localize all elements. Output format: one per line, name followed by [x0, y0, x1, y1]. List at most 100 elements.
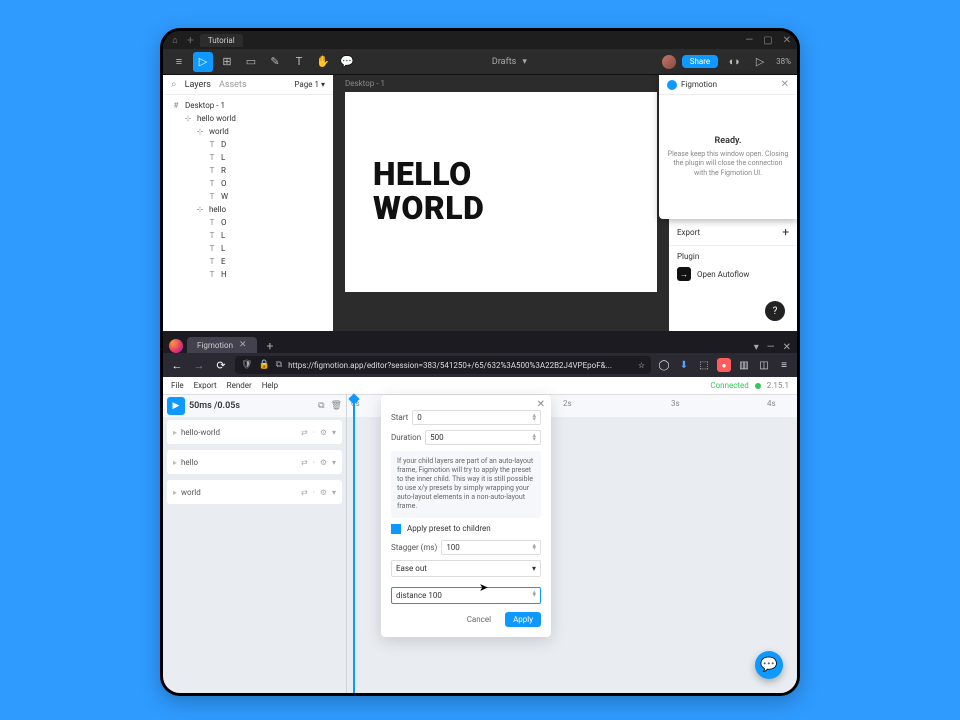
account-icon[interactable]: ◯	[657, 358, 671, 372]
layer-text[interactable]: TO	[163, 216, 333, 229]
playhead[interactable]	[353, 395, 355, 693]
layer-text[interactable]: TD	[163, 138, 333, 151]
back-icon[interactable]: ←	[169, 359, 185, 372]
checkbox-icon[interactable]	[391, 524, 401, 534]
new-tab-icon[interactable]: +	[187, 33, 194, 47]
play-button[interactable]: ▶	[167, 397, 185, 415]
trash-icon[interactable]: 🗑	[331, 401, 342, 411]
close-icon[interactable]: ✕	[537, 399, 545, 410]
layer-text[interactable]: TL	[163, 229, 333, 242]
zoom-level[interactable]: 38%	[776, 57, 791, 66]
forward-icon[interactable]: →	[191, 359, 207, 372]
layer-text[interactable]: TW	[163, 190, 333, 203]
layer-group[interactable]: ⊹hello	[163, 203, 333, 216]
dev-mode-icon[interactable]: ◖◗	[724, 52, 744, 72]
copy-icon[interactable]: ⧉	[318, 401, 324, 411]
file-drafts[interactable]: Drafts▾	[492, 57, 527, 67]
address-bar[interactable]: 🛡 🔒 ⧉ https://figmotion.app/editor?sessi…	[235, 356, 651, 374]
assets-tab[interactable]: Assets	[219, 80, 247, 90]
swap-icon[interactable]: ⇄	[301, 428, 308, 437]
distance-input[interactable]: distance 100▴▾	[391, 587, 541, 604]
preset-modal: ✕ Start0▴▾ Duration500▴▾ If your child l…	[381, 395, 551, 637]
ease-select[interactable]: Ease out▾	[391, 560, 541, 577]
new-tab-icon[interactable]: +	[261, 339, 280, 353]
download-icon[interactable]: ⬇	[677, 358, 691, 372]
sidebar-icon[interactable]: ◫	[757, 358, 771, 372]
url-text: https://figmotion.app/editor?session=383…	[288, 361, 612, 370]
frame-tool-icon[interactable]: ⊞	[217, 52, 237, 72]
layer-group[interactable]: ⊹world	[163, 125, 333, 138]
apply-children-checkbox[interactable]: Apply preset to children	[391, 524, 541, 534]
star-icon[interactable]: ☆	[638, 361, 645, 370]
layers-tab[interactable]: Layers	[185, 80, 211, 90]
menu-render[interactable]: Render	[227, 381, 252, 390]
close-icon[interactable]: ✕	[783, 35, 791, 46]
layer-frame[interactable]: #Desktop - 1	[163, 99, 333, 112]
cancel-button[interactable]: Cancel	[461, 612, 497, 627]
layer-text[interactable]: TR	[163, 164, 333, 177]
close-icon[interactable]: ✕	[783, 342, 791, 353]
layer-text[interactable]: TL	[163, 242, 333, 255]
pen-tool-icon[interactable]: ✎	[265, 52, 285, 72]
page-selector[interactable]: Page 1 ▾	[294, 80, 325, 89]
stagger-input[interactable]: 100▴▾	[441, 540, 541, 555]
permission-icon[interactable]: ⧉	[276, 360, 282, 370]
search-icon[interactable]: ⌕	[171, 79, 177, 90]
plus-icon[interactable]: +	[782, 225, 789, 239]
gear-icon[interactable]: ⚙	[320, 428, 327, 437]
start-input[interactable]: 0▴▾	[412, 410, 541, 425]
library-icon[interactable]: ▥	[737, 358, 751, 372]
reload-icon[interactable]: ⟳	[213, 359, 229, 372]
layer-text[interactable]: TO	[163, 177, 333, 190]
extension-icon[interactable]: ⬚	[697, 358, 711, 372]
shield-icon[interactable]: 🛡	[241, 360, 252, 370]
extension-badge-icon[interactable]: ●	[717, 358, 731, 372]
gear-icon[interactable]: ⚙	[320, 488, 327, 497]
artwork-frame[interactable]: HELLO WORLD	[345, 92, 657, 292]
figma-tab[interactable]: Tutorial	[200, 34, 243, 47]
move-tool-icon[interactable]: ▷	[193, 52, 213, 72]
swap-icon[interactable]: ⇄	[301, 458, 308, 467]
shape-tool-icon[interactable]: ▭	[241, 52, 261, 72]
timeline-time: 50ms /0.05s	[189, 401, 240, 411]
modal-note: If your child layers are part of an auto…	[391, 451, 541, 518]
browser-tab[interactable]: Figmotion✕	[187, 337, 257, 353]
chat-fab[interactable]: 💬	[755, 651, 783, 679]
help-icon[interactable]: ?	[765, 301, 785, 321]
connection-status: Connected	[710, 381, 748, 390]
menu-export[interactable]: Export	[194, 381, 217, 390]
layer-group[interactable]: ⊹hello world	[163, 112, 333, 125]
hand-tool-icon[interactable]: ✋	[313, 52, 333, 72]
menu-help[interactable]: Help	[262, 381, 278, 390]
comment-tool-icon[interactable]: 💬	[337, 52, 357, 72]
timeline-row[interactable]: ▸hello-world⇄·⚙▾	[167, 420, 342, 444]
layer-text[interactable]: TH	[163, 268, 333, 281]
minimize-icon[interactable]: —	[767, 342, 775, 353]
plugin-item[interactable]: →Open Autoflow	[669, 261, 797, 287]
timeline-row[interactable]: ▸world⇄·⚙▾	[167, 480, 342, 504]
apply-button[interactable]: Apply	[505, 612, 541, 627]
export-section[interactable]: Export+	[669, 219, 797, 246]
text-tool-icon[interactable]: T	[289, 52, 309, 72]
gear-icon[interactable]: ⚙	[320, 458, 327, 467]
plugin-status: Ready.	[715, 136, 742, 146]
minimize-icon[interactable]: —	[745, 35, 753, 46]
duration-input[interactable]: 500▴▾	[425, 430, 541, 445]
frame-label[interactable]: Desktop - 1	[333, 75, 669, 92]
present-icon[interactable]: ▷	[750, 52, 770, 72]
avatar[interactable]	[662, 55, 676, 69]
canvas[interactable]: Desktop - 1 HELLO WORLD	[333, 75, 669, 331]
figma-menu-icon[interactable]: ≡	[169, 52, 189, 72]
home-icon[interactable]: ⌂	[169, 34, 181, 46]
chevron-down-icon[interactable]: ▾	[754, 342, 759, 353]
menu-file[interactable]: File	[171, 381, 184, 390]
menu-icon[interactable]: ≡	[777, 358, 791, 372]
timeline-row[interactable]: ▸hello⇄·⚙▾	[167, 450, 342, 474]
share-button[interactable]: Share	[682, 55, 718, 68]
layer-text[interactable]: TL	[163, 151, 333, 164]
layer-text[interactable]: TE	[163, 255, 333, 268]
close-tab-icon[interactable]: ✕	[239, 340, 247, 350]
close-icon[interactable]: ✕	[781, 79, 789, 90]
maximize-icon[interactable]: ▢	[763, 35, 772, 46]
swap-icon[interactable]: ⇄	[301, 488, 308, 497]
